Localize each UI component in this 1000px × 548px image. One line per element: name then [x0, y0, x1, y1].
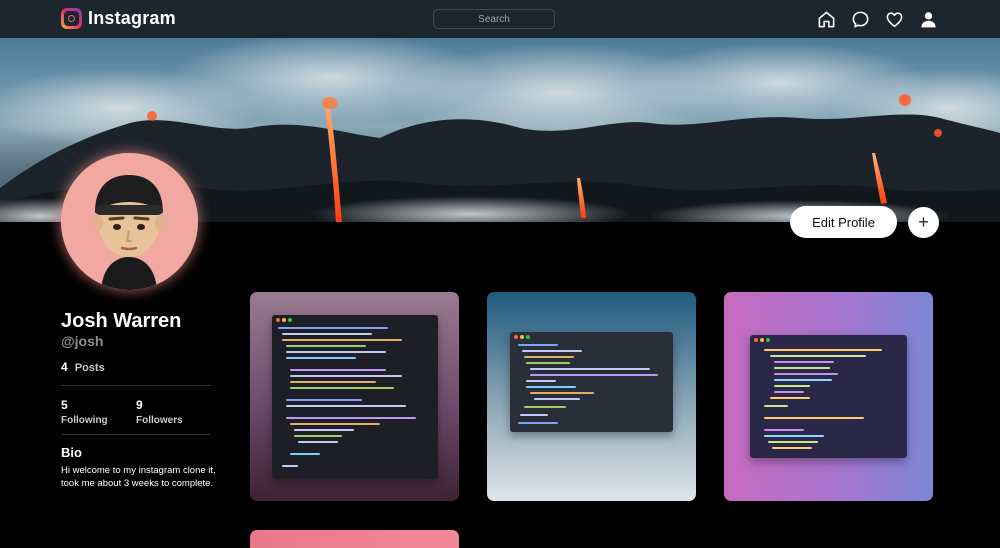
add-post-button[interactable]: +	[908, 207, 939, 238]
memoji-avatar-image	[61, 153, 198, 290]
followers-count: 9	[136, 398, 143, 412]
post-thumbnail[interactable]	[487, 292, 696, 501]
avatar[interactable]	[61, 153, 198, 290]
bio-text: Hi welcome to my instagram clone it, too…	[61, 465, 216, 489]
home-icon[interactable]	[816, 9, 836, 29]
top-nav: Instagram	[0, 0, 1000, 38]
code-screenshot-image	[750, 335, 907, 458]
followers-stat[interactable]: 9 Followers	[136, 398, 183, 426]
divider	[61, 385, 211, 386]
profile-name: Josh Warren	[61, 310, 182, 332]
posts-count: 4	[61, 360, 68, 374]
following-count: 5	[61, 398, 68, 412]
user-icon[interactable]	[918, 9, 938, 29]
following-stat[interactable]: 5 Following	[61, 398, 108, 426]
code-screenshot-image	[510, 332, 673, 432]
profile-handle: @josh	[61, 333, 104, 349]
post-thumbnail[interactable]	[250, 292, 459, 501]
code-screenshot-image	[272, 315, 438, 479]
following-label: Following	[61, 415, 108, 426]
bio-title: Bio	[61, 445, 82, 460]
messages-icon[interactable]	[850, 9, 870, 29]
edit-profile-button[interactable]: Edit Profile	[790, 206, 897, 238]
followers-label: Followers	[136, 415, 183, 426]
divider	[61, 434, 211, 435]
brand-name: Instagram	[88, 8, 176, 28]
post-thumbnail[interactable]	[250, 530, 459, 548]
posts-stat: 4 Posts	[61, 360, 105, 374]
search-input[interactable]	[433, 9, 555, 29]
heart-icon[interactable]	[884, 9, 904, 29]
brand[interactable]: Instagram	[61, 8, 176, 29]
posts-label: Posts	[74, 362, 105, 374]
post-thumbnail[interactable]	[724, 292, 933, 501]
nav-icons	[816, 9, 938, 29]
instagram-logo-icon	[61, 8, 82, 29]
